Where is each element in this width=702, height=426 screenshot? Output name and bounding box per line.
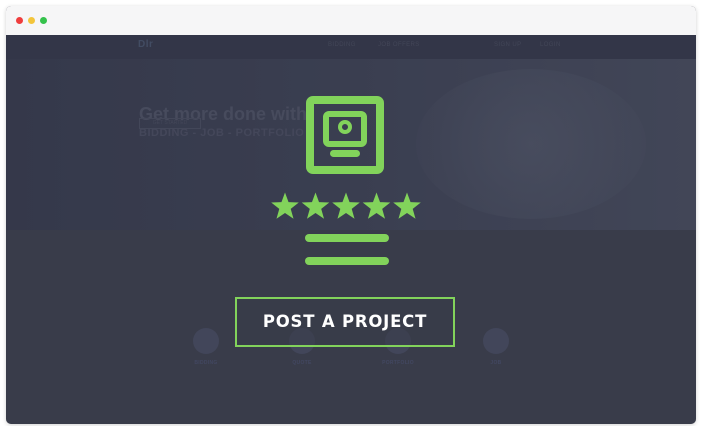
star-icon	[393, 192, 421, 219]
post-a-project-button[interactable]: POST A PROJECT	[235, 297, 455, 347]
star-icon	[332, 192, 360, 219]
close-window-button[interactable]	[16, 17, 23, 24]
id-badge-icon	[306, 96, 384, 174]
browser-chrome	[6, 6, 696, 35]
maximize-window-button[interactable]	[40, 17, 47, 24]
text-lines-graphic	[305, 232, 395, 272]
minimize-window-button[interactable]	[28, 17, 35, 24]
page-overlay	[6, 35, 696, 424]
star-icon	[271, 192, 299, 219]
text-line	[305, 234, 389, 242]
rating-stars	[271, 192, 421, 219]
star-icon	[362, 192, 391, 219]
star-icon	[301, 192, 330, 219]
text-line	[305, 257, 389, 265]
